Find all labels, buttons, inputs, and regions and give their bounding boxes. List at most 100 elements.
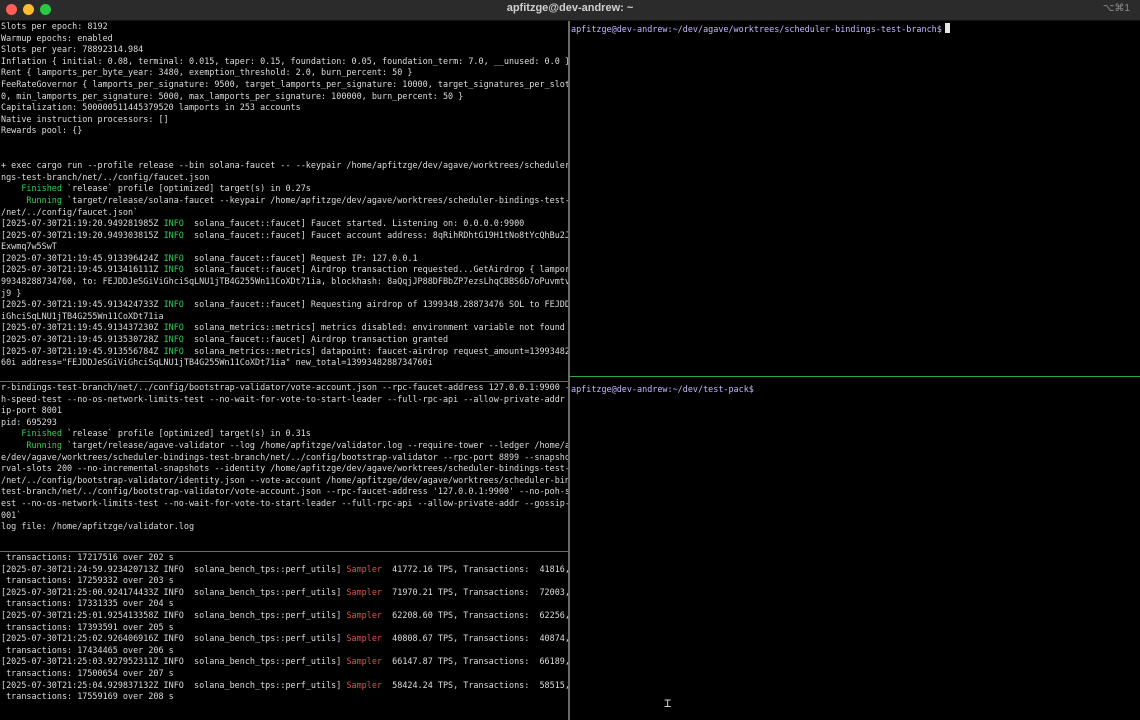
terminal-line: transactions: 17259332 over 203 s <box>1 575 568 587</box>
terminal-line: Exwmq7w5SwT <box>1 241 568 253</box>
line-text: ngs-test-branch/net/../config/faucet.jso… <box>1 171 210 182</box>
terminal-line: Running `target/release/solana-faucet --… <box>1 195 568 207</box>
line-text: 60i address="FEJDDJeSGiViGhciSqLNU1jTB4G… <box>1 357 433 368</box>
log-level-label: INFO <box>163 334 189 345</box>
line-text: solana_faucet::faucet] Requesting airdro… <box>188 299 568 310</box>
terminal-window: apfitzge@dev-andrew: ~ ⌥⌘1 Slots per epo… <box>0 0 1140 720</box>
line-text: 58424.24 TPS, Transactions: 58515, Total <box>392 679 568 690</box>
ibeam-cursor-icon: ⌶ <box>664 696 672 710</box>
line-text: + exec cargo run --profile release --bin… <box>1 160 568 171</box>
line-text: ip-port 8001 <box>1 405 62 416</box>
log-level-label: INFO <box>163 252 189 263</box>
pane-validator-output[interactable]: r-bindings-test-branch/net/../config/boo… <box>0 382 568 550</box>
log-level-label: INFO <box>163 322 189 333</box>
log-level-label: INFO <box>163 299 189 310</box>
line-text: 99348288734760, to: FEJDDJeSGiViGhciSqLN… <box>1 276 568 287</box>
terminal-line: [2025-07-30T21:19:45.913437230Z INFO sol… <box>1 322 568 334</box>
line-text: FeeRateGovernor { lamports_per_signature… <box>1 78 568 89</box>
line-text: /net/../config/faucet.json` <box>1 206 139 217</box>
sampler-label: Sampler <box>346 586 382 597</box>
title-bar[interactable]: apfitzge@dev-andrew: ~ ⌥⌘1 <box>0 0 1140 21</box>
log-timestamp: [2025-07-30T21:24:59.923420713Z INFO sol… <box>1 563 347 574</box>
shell-prompt-scheduler: apfitzge@dev-andrew:~/dev/agave/worktree… <box>571 23 950 36</box>
terminal-line: iGhciSqLNU1jTB4G255Wn11CoXDt71ia <box>1 311 568 323</box>
log-timestamp: [2025-07-30T21:25:00.924174433Z INFO sol… <box>1 586 347 597</box>
terminal-line: r-bindings-test-branch/net/../config/boo… <box>1 382 568 394</box>
log-timestamp: [2025-07-30T21:25:01.925413358Z INFO sol… <box>1 609 347 620</box>
log-timestamp: [2025-07-30T21:19:45.913396424Z <box>1 252 164 263</box>
pane-faucet-output[interactable]: Slots per epoch: 8192 Warmup epochs: enab… <box>0 21 568 381</box>
split-divider-vertical[interactable] <box>568 21 570 720</box>
log-level-label: Running <box>1 439 62 450</box>
split-divider-right[interactable] <box>570 376 1140 377</box>
line-text: pid: 695293 <box>1 416 57 427</box>
terminal-line: Rewards pool: {} <box>1 125 568 137</box>
split-divider-left-bottom[interactable] <box>0 551 568 552</box>
terminal-line: [2025-07-30T21:19:45.913396424Z INFO sol… <box>1 253 568 265</box>
terminal-line: Running `target/release/agave-validator … <box>1 440 568 452</box>
terminal-line: [2025-07-30T21:25:03.927952311Z INFO sol… <box>1 656 568 668</box>
pane-scheduler-shell[interactable]: apfitzge@dev-andrew:~/dev/agave/worktree… <box>570 21 1140 375</box>
log-timestamp: [2025-07-30T21:19:45.913437230Z <box>1 322 164 333</box>
line-text: `target/release/solana-faucet --keypair … <box>61 194 568 205</box>
terminal-line: [2025-07-30T21:19:45.913556784Z INFO sol… <box>1 346 568 358</box>
line-text: r-bindings-test-branch/net/../config/boo… <box>1 382 568 392</box>
line-text: solana_faucet::faucet] Request IP: 127.0… <box>188 252 418 263</box>
terminal-line: Warmup epochs: enabled <box>1 33 568 45</box>
terminal-line: transactions: 17393591 over 205 s <box>1 622 568 634</box>
log-timestamp: [2025-07-30T21:25:03.927952311Z INFO sol… <box>1 656 347 667</box>
terminal-line: Slots per year: 78892314.984 <box>1 44 568 56</box>
terminal-line: e/dev/agave/worktrees/scheduler-bindings… <box>1 452 568 464</box>
pane-bench-tps-output[interactable]: transactions: 17217516 over 202 s [2025-0… <box>0 552 568 720</box>
terminal-line: [2025-07-30T21:25:00.924174433Z INFO sol… <box>1 587 568 599</box>
terminal-line: Native instruction processors: [] <box>1 114 568 126</box>
line-text: h-speed-test --no-os-network-limits-test… <box>1 393 568 404</box>
terminal-line: ip-port 8001 <box>1 405 568 417</box>
terminal-line: transactions: 17559169 over 208 s <box>1 691 568 703</box>
terminal-line: Slots per epoch: 8192 <box>1 21 568 33</box>
line-text: Slots per epoch: 8192 <box>1 21 108 31</box>
line-text: 66147.87 TPS, Transactions: 66189, Total <box>392 656 568 667</box>
log-timestamp: [2025-07-30T21:25:02.926406916Z INFO sol… <box>1 633 347 644</box>
terminal-line: [2025-07-30T21:25:01.925413358Z INFO sol… <box>1 610 568 622</box>
terminal-line: + exec cargo run --profile release --bin… <box>1 160 568 172</box>
line-text: Capitalization: 500000511445379520 lampo… <box>1 102 301 113</box>
line-text: transactions: 17434465 over 206 s <box>1 644 174 655</box>
terminal-line: test-branch/net/../config/bootstrap-vali… <box>1 486 568 498</box>
log-level-label: INFO <box>163 345 189 356</box>
terminal-line: rval-slots 200 --no-incremental-snapshot… <box>1 463 568 475</box>
log-timestamp: [2025-07-30T21:25:04.929837132Z INFO sol… <box>1 679 347 690</box>
line-text: transactions: 17217516 over 202 s <box>1 552 174 562</box>
terminal-line: ngs-test-branch/net/../config/faucet.jso… <box>1 172 568 184</box>
terminal-line: Finished `release` profile [optimized] t… <box>1 428 568 440</box>
sampler-label: Sampler <box>346 679 382 690</box>
sampler-label: Sampler <box>346 609 382 620</box>
pane-faucet-text: Slots per epoch: 8192 Warmup epochs: enab… <box>0 21 568 369</box>
log-level-label: INFO <box>163 264 189 275</box>
terminal-line: [2025-07-30T21:25:02.926406916Z INFO sol… <box>1 633 568 645</box>
log-level-label: Finished <box>1 428 62 439</box>
line-text: transactions: 17500654 over 207 s <box>1 667 174 678</box>
terminal-line: 99348288734760, to: FEJDDJeSGiViGhciSqLN… <box>1 276 568 288</box>
line-text: solana_faucet::faucet] Faucet account ad… <box>188 229 568 240</box>
window-shortcut: ⌥⌘1 <box>1102 3 1130 14</box>
line-text: transactions: 17393591 over 205 s <box>1 621 174 632</box>
log-timestamp: [2025-07-30T21:19:45.913530728Z <box>1 334 164 345</box>
log-level-label: Running <box>1 194 62 205</box>
line-text: Rent { lamports_per_byte_year: 3480, exe… <box>1 67 413 78</box>
pane-test-pack-shell[interactable]: apfitzge@dev-andrew:~/dev/test-pack$ <box>570 382 1140 720</box>
line-text: solana_faucet::faucet] Faucet started. L… <box>188 218 525 229</box>
line-text: 001` <box>1 509 22 520</box>
terminal-line: [2025-07-30T21:19:20.949303815Z INFO sol… <box>1 230 568 242</box>
line-text: e/dev/agave/worktrees/scheduler-bindings… <box>1 451 568 462</box>
line-text: Inflation { initial: 0.08, terminal: 0.0… <box>1 55 568 66</box>
line-text: j9 } <box>1 287 22 298</box>
pane-validator-text: r-bindings-test-branch/net/../config/boo… <box>0 382 568 533</box>
terminal-line: transactions: 17500654 over 207 s <box>1 668 568 680</box>
shell-prompt-test-pack: apfitzge@dev-andrew:~/dev/test-pack$ <box>571 384 754 396</box>
split-divider-left-top[interactable] <box>0 381 568 382</box>
terminal-line: [2025-07-30T21:19:45.913416111Z INFO sol… <box>1 264 568 276</box>
log-timestamp: [2025-07-30T21:19:45.913416111Z <box>1 264 164 275</box>
terminal-line: h-speed-test --no-os-network-limits-test… <box>1 394 568 406</box>
